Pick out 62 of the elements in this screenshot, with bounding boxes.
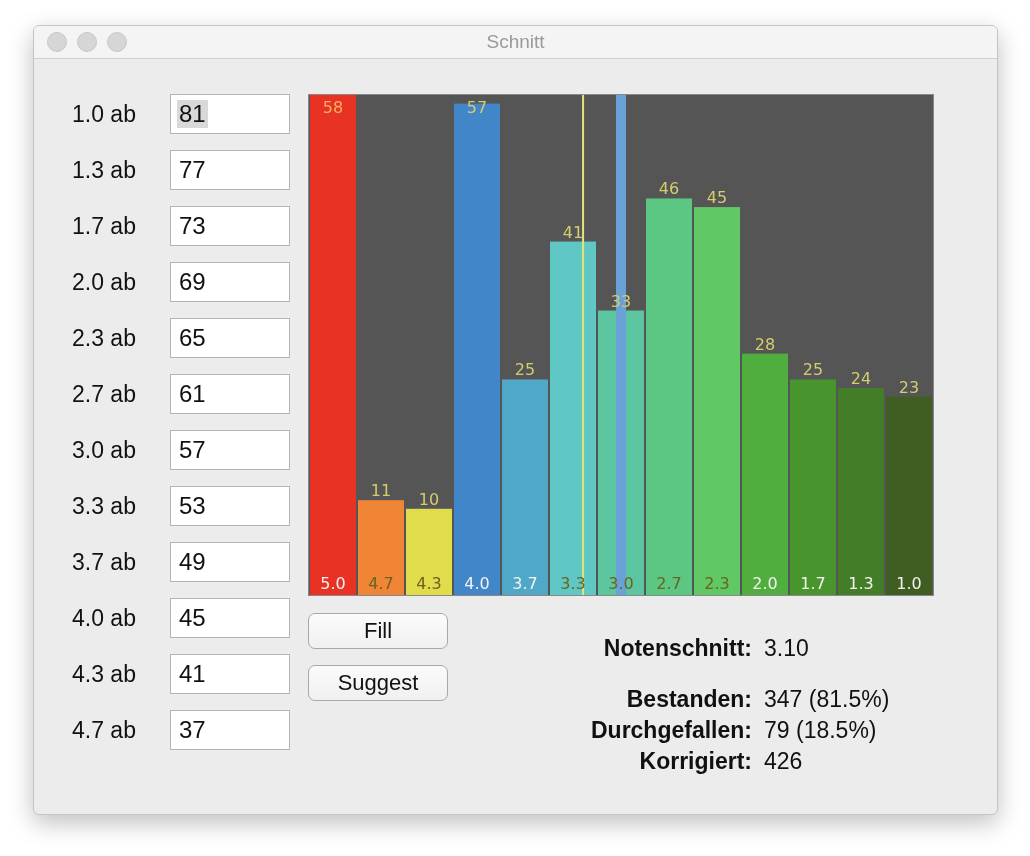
grade-threshold-label: 3.7 ab — [72, 548, 137, 576]
threshold-input[interactable]: 61 — [170, 374, 290, 414]
grade-threshold-label: 2.7 ab — [72, 380, 137, 408]
stat-value: 347 (81.5%) — [764, 686, 891, 713]
threshold-input[interactable]: 65 — [170, 318, 290, 358]
bar-value-label: 45 — [706, 188, 728, 208]
bar-value-label: 57 — [466, 98, 488, 117]
stat-label: Durchgefallen: — [590, 717, 752, 744]
action-button[interactable]: Suggest — [308, 665, 448, 701]
bar-value-label: 23 — [898, 377, 920, 397]
threshold-input[interactable]: 81 — [170, 94, 290, 134]
action-button[interactable]: Fill — [308, 613, 448, 649]
grade-threshold-label: 4.0 ab — [72, 604, 137, 632]
threshold-input[interactable]: 69 — [170, 262, 290, 302]
grade-label: 3.0 — [608, 574, 634, 593]
bar-value-label: 46 — [658, 179, 680, 199]
grade-threshold-label: 4.7 ab — [72, 716, 137, 744]
window-title: Schnitt — [486, 31, 545, 53]
stat-value: 3.10 — [764, 635, 810, 662]
stat-value: 79 (18.5%) — [764, 717, 878, 744]
bar-value-label: 58 — [322, 98, 344, 117]
grade-threshold-label: 2.3 ab — [72, 324, 137, 352]
grade-threshold-label: 2.0 ab — [72, 268, 137, 296]
threshold-input[interactable]: 49 — [170, 542, 290, 582]
bar-value-label: 25 — [514, 360, 536, 380]
threshold-input[interactable]: 73 — [170, 206, 290, 246]
grade-label: 2.0 — [752, 574, 778, 593]
zoom-icon[interactable] — [107, 32, 127, 52]
grade-label: 1.3 — [848, 574, 874, 593]
stat-label: Bestanden: — [625, 686, 752, 713]
bar-value-label: 11 — [370, 481, 392, 501]
threshold-input[interactable]: 41 — [170, 654, 290, 694]
threshold-input[interactable]: 37 — [170, 710, 290, 750]
threshold-input[interactable]: 57 — [170, 430, 290, 470]
threshold-input[interactable]: 77 — [170, 150, 290, 190]
grade-threshold-label: 3.3 ab — [72, 492, 137, 520]
grade-label: 2.3 — [704, 574, 730, 593]
bar-value-label: 24 — [850, 369, 872, 389]
stat-value: 426 — [764, 748, 804, 775]
stat-label: Korrigiert: — [638, 748, 752, 775]
grade-threshold-label: 1.0 ab — [72, 100, 137, 128]
grade-label: 4.3 — [416, 574, 442, 593]
bar-value-label: 41 — [562, 222, 584, 242]
grade-threshold-label: 4.3 ab — [72, 660, 137, 688]
grade-label: 1.7 — [800, 574, 826, 593]
bar-value-label: 28 — [754, 334, 776, 354]
grade-threshold-label: 1.3 ab — [72, 156, 137, 184]
threshold-input[interactable]: 53 — [170, 486, 290, 526]
stat-label: Notenschnitt: — [602, 635, 752, 662]
close-icon[interactable] — [47, 32, 67, 52]
grade-threshold-label: 1.7 ab — [72, 212, 137, 240]
grade-label: 4.7 — [368, 574, 394, 593]
grade-label: 5.0 — [320, 574, 346, 593]
bar-value-label: 25 — [802, 360, 824, 380]
grade-label: 3.7 — [512, 574, 538, 593]
minimize-icon[interactable] — [77, 32, 97, 52]
bar-value-label: 10 — [418, 489, 440, 509]
grade-threshold-label: 3.0 ab — [72, 436, 137, 464]
grade-label: 1.0 — [896, 574, 922, 593]
threshold-input[interactable]: 45 — [170, 598, 290, 638]
grade-label: 4.0 — [464, 574, 490, 593]
grade-label: 2.7 — [656, 574, 682, 593]
